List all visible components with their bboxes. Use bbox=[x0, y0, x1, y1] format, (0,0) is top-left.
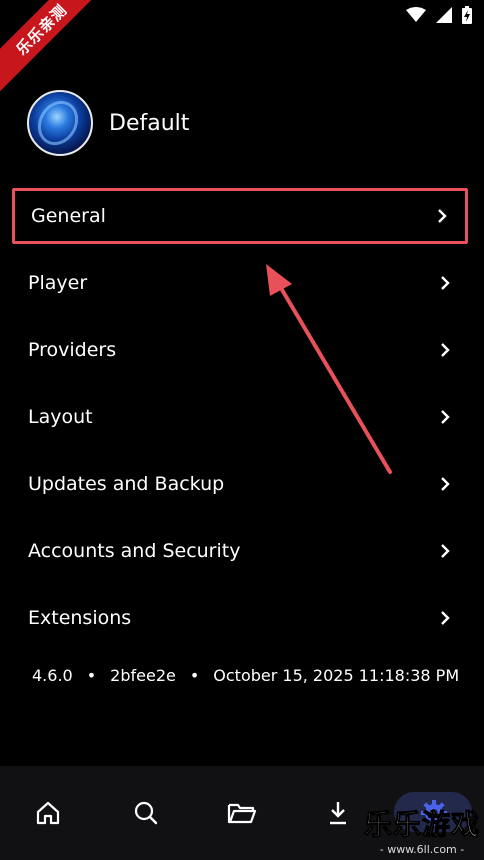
separator: • bbox=[189, 666, 200, 685]
folder-icon bbox=[227, 803, 257, 824]
watermark-url: - www.6ll.com - bbox=[379, 843, 465, 856]
settings-menu: General Player Providers Layout Updates … bbox=[12, 188, 468, 657]
signal-icon bbox=[436, 7, 452, 23]
nav-library[interactable] bbox=[227, 798, 257, 828]
menu-item-player[interactable]: Player bbox=[12, 255, 468, 311]
chevron-right-icon bbox=[441, 544, 450, 558]
chevron-right-icon bbox=[441, 611, 450, 625]
profile-header[interactable]: Default bbox=[27, 90, 189, 156]
menu-item-label: Updates and Backup bbox=[28, 473, 225, 495]
download-icon bbox=[330, 802, 346, 825]
nav-downloads[interactable] bbox=[323, 798, 353, 828]
chevron-right-icon bbox=[441, 343, 450, 357]
menu-item-layout[interactable]: Layout bbox=[12, 389, 468, 445]
chevron-right-icon bbox=[441, 276, 450, 290]
menu-item-label: Player bbox=[28, 272, 88, 294]
version-info: 4.6.0 • 2bfee2e • October 15, 2025 11:18… bbox=[32, 666, 459, 685]
menu-item-label: Providers bbox=[28, 339, 117, 361]
avatar[interactable] bbox=[27, 90, 93, 156]
chevron-right-icon bbox=[441, 410, 450, 424]
profile-name: Default bbox=[109, 110, 190, 136]
build-date: October 15, 2025 11:18:38 PM bbox=[213, 666, 460, 685]
menu-item-updates-backup[interactable]: Updates and Backup bbox=[12, 456, 468, 512]
home-icon bbox=[36, 801, 60, 825]
search-icon bbox=[134, 801, 158, 825]
battery-icon bbox=[462, 6, 472, 24]
menu-item-label: Extensions bbox=[28, 607, 132, 629]
menu-item-label: General bbox=[31, 205, 106, 227]
menu-item-extensions[interactable]: Extensions bbox=[12, 590, 468, 646]
menu-item-providers[interactable]: Providers bbox=[12, 322, 468, 378]
wifi-icon bbox=[406, 7, 426, 22]
separator: • bbox=[86, 666, 97, 685]
chevron-right-icon bbox=[441, 477, 450, 491]
nav-home[interactable] bbox=[33, 798, 63, 828]
menu-item-accounts-security[interactable]: Accounts and Security bbox=[12, 523, 468, 579]
site-watermark: 乐乐游戏 - www.6ll.com - bbox=[363, 803, 480, 857]
menu-item-general[interactable]: General bbox=[12, 188, 468, 244]
chevron-right-icon bbox=[438, 209, 447, 223]
watermark-title: 乐乐游戏 bbox=[363, 808, 480, 842]
menu-item-label: Accounts and Security bbox=[28, 540, 241, 562]
menu-item-label: Layout bbox=[28, 406, 93, 428]
version-number: 4.6.0 bbox=[32, 666, 73, 685]
nav-search[interactable] bbox=[131, 798, 161, 828]
commit-hash: 2bfee2e bbox=[110, 666, 176, 685]
